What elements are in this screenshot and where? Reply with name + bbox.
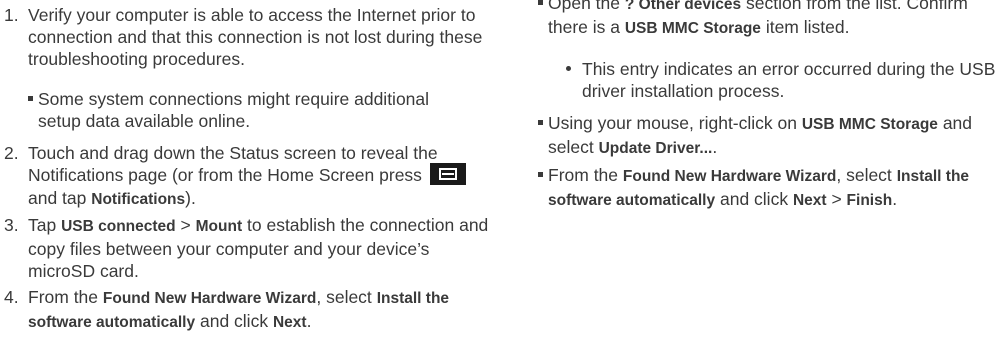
bullet-other-devices: Open the ? Other devices section from th… (538, 0, 1000, 40)
next-label: Next (272, 314, 307, 331)
usb-mmc-label: USB MMC Storage (624, 20, 761, 37)
square-bullet-icon (538, 164, 548, 212)
bullet-found-hardware: From the Found New Hardware Wizard, sele… (538, 164, 1002, 212)
next-label: Next (792, 192, 827, 209)
step-text: From the Found New Hardware Wizard, sele… (28, 287, 450, 331)
mount-label: Mount (195, 218, 243, 235)
round-bullet-icon (566, 58, 582, 102)
step-1-note: Some system connections might require ad… (28, 88, 458, 132)
menu-key-icon (429, 163, 466, 186)
bullet-text: Open the ? Other devices section from th… (548, 0, 1000, 40)
usb-mmc-label: USB MMC Storage (801, 116, 938, 133)
bullet-text: Using your mouse, right-click on USB MMC… (548, 113, 973, 157)
other-devices-label: ? Other devices (624, 0, 742, 13)
step-text: Touch and drag down the Status screen to… (22, 142, 494, 211)
notifications-label: Notifications (91, 191, 186, 209)
step-number: 3. (4, 215, 19, 235)
step-number: 4. (4, 287, 19, 307)
update-driver-label: Update Driver... (598, 140, 713, 157)
usb-connected-label: USB connected (61, 218, 176, 235)
step-text: Verify your computer is able to access t… (28, 5, 483, 69)
step-1: 1. Verify your computer is able to acces… (4, 4, 494, 70)
step-3: 3. Tap USB connected > Mount to establis… (4, 214, 494, 282)
step-4: 4. From the Found New Hardware Wizard, s… (4, 286, 494, 334)
bullet-text: From the Found New Hardware Wizard, sele… (548, 165, 970, 209)
square-bullet-icon (538, 112, 548, 160)
step-text: Tap USB connected > Mount to establish t… (28, 215, 489, 281)
step-number: 2. (4, 143, 19, 163)
square-bullet-icon (538, 0, 548, 40)
bullet-update-driver: Using your mouse, right-click on USB MMC… (538, 112, 978, 160)
finish-label: Finish (846, 192, 893, 209)
wizard-label: Found New Hardware Wizard (102, 290, 317, 307)
wizard-label: Found New Hardware Wizard (622, 168, 837, 185)
note-text: Some system connections might require ad… (38, 89, 430, 131)
square-bullet-icon (28, 88, 38, 132)
step-2: 2. Touch and drag down the Status screen… (4, 142, 494, 211)
note-text: This entry indicates an error occurred d… (582, 59, 996, 101)
step-number: 1. (4, 5, 19, 25)
bullet-error-note: This entry indicates an error occurred d… (566, 58, 1006, 102)
